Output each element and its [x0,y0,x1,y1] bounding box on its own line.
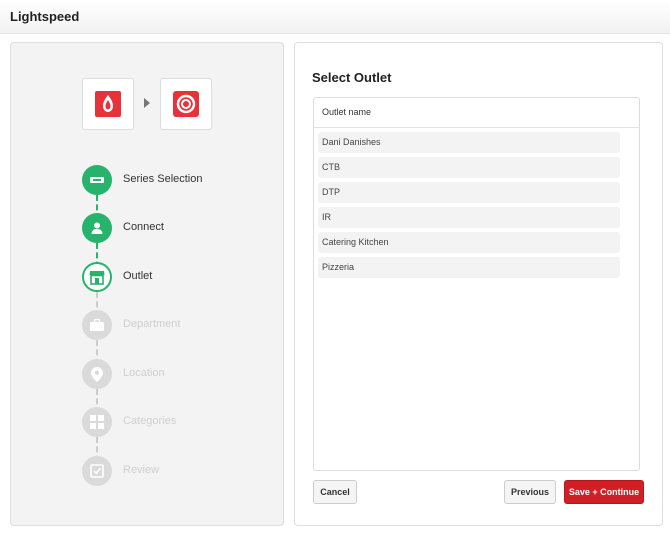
target-ring-icon [173,91,199,117]
series-icon [82,165,112,195]
user-icon [82,213,112,243]
outlet-item[interactable]: Pizzeria [318,257,620,278]
progress-panel: Series Selection Connect Outlet Departme… [10,42,284,526]
store-icon [82,262,112,292]
step-review: Review [82,456,282,486]
briefcase-icon [82,310,112,340]
outlet-table: Outlet name Dani Danishes CTB DTP IR Cat… [313,97,640,471]
outlet-item[interactable]: Dani Danishes [318,132,620,153]
step-label: Series Selection [123,173,203,185]
step-label: Review [123,464,160,476]
grid-icon [82,407,112,437]
page-title: Select Outlet [312,70,392,85]
outlet-item[interactable]: DTP [318,182,620,203]
step-label: Department [123,318,181,330]
step-label: Location [123,367,165,379]
connection-arrow-icon [144,98,150,108]
step-outlet: Outlet [82,262,282,292]
outlet-panel: Select Outlet Outlet name Dani Danishes … [294,42,663,526]
lightspeed-flame-icon [95,91,121,117]
save-continue-button[interactable]: Save + Continue [564,480,644,504]
outlet-item[interactable]: CTB [318,157,620,178]
outlet-item[interactable]: Catering Kitchen [318,232,620,253]
outlet-column-header: Outlet name [314,98,639,128]
cancel-button[interactable]: Cancel [313,480,357,504]
lightspeed-logo [82,78,134,130]
location-pin-icon [82,359,112,389]
app-title: Lightspeed [10,9,80,24]
step-label: Categories [123,415,177,427]
step-label: Connect [123,221,164,233]
step-department: Department [82,310,282,340]
step-series-selection: Series Selection [82,165,282,195]
outlet-list: Dani Danishes CTB DTP IR Catering Kitche… [314,128,639,278]
step-categories: Categories [82,407,282,437]
step-location: Location [82,359,282,389]
checkbox-edit-icon [82,456,112,486]
step-connect: Connect [82,213,282,243]
outlet-item[interactable]: IR [318,207,620,228]
top-bar: Lightspeed [0,0,670,34]
previous-button[interactable]: Previous [504,480,556,504]
target-app-logo [160,78,212,130]
step-label: Outlet [123,270,153,282]
